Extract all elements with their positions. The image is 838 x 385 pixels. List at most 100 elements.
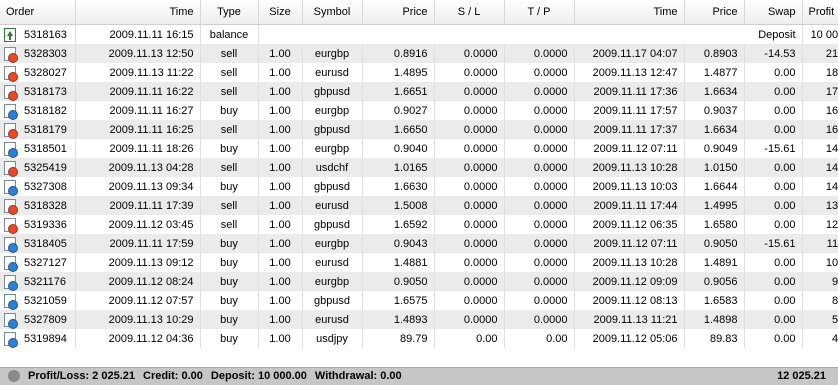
table-row[interactable]: 5318173 2009.11.11 16:22 sell 1.00 gbpusd 1.6… [0,82,838,101]
cell-type: sell [200,120,259,139]
balance-row[interactable]: 5318163 2009.11.11 16:15 balance Deposit… [0,24,838,44]
table-row[interactable]: 5325419 2009.11.13 04:28 sell 1.00 usdchf 1.0… [0,158,838,177]
order-status-dot [8,52,18,63]
cell-size: 1.00 [258,196,303,215]
cell-profit: 165.79 [802,101,838,120]
cell-order: 5327308 [24,180,67,193]
cell-type: buy [200,234,259,253]
col-header-type[interactable]: Type [200,0,259,25]
cell-close-price: 0.9050 [684,234,745,253]
cell-size: 1.00 [258,44,303,63]
cell-profit: 170.00 [802,82,838,101]
cell-swap: 0.00 [744,158,803,177]
cell-price: 89.79 [362,329,435,348]
col-header-profit[interactable]: Profit▽ [802,0,838,25]
table-row[interactable]: 5328303 2009.11.13 12:50 sell 1.00 eurgbp 0.8… [0,44,838,63]
cell-price: 1.6630 [362,177,435,196]
cell-profit: 50.00 [802,310,838,329]
order-status-dot [8,185,18,196]
cell-tp: 0.0000 [504,63,575,82]
cell-price: 1.4895 [362,63,435,82]
cell-type: buy [200,177,259,196]
cell-symbol: gbpusd [302,291,363,310]
withdrawal-summary: Withdrawal: 0.00 [314,370,402,382]
cell-symbol: gbpusd [302,120,363,139]
cell-order: 5319336 [24,218,67,231]
cell-size: 1.00 [258,177,303,196]
table-row[interactable]: 5318501 2009.11.11 18:26 buy 1.00 eurgbp 0.90… [0,139,838,158]
cell-sl: 0.0000 [434,177,505,196]
buy-order-icon [4,331,18,348]
col-header-swap[interactable]: Swap [744,0,803,25]
cell-tp: 0.0000 [504,253,575,272]
cell-order: 5327127 [24,256,67,269]
deposit-summary: Deposit: 10 000.00 [210,370,307,382]
sell-order-icon [4,217,18,234]
cell-swap: 0.00 [744,253,803,272]
table-row[interactable]: 5327127 2009.11.13 09:12 buy 1.00 eurusd 1.48… [0,253,838,272]
cell-close-price: 1.0150 [684,158,745,177]
cell-type: buy [200,253,259,272]
table-row[interactable]: 5321059 2009.11.12 07:57 buy 1.00 gbpusd 1.65… [0,291,838,310]
cell-symbol: eurusd [302,63,363,82]
sell-order-icon [4,160,18,177]
table-row[interactable]: 5318179 2009.11.11 16:25 sell 1.00 gbpusd 1.6… [0,120,838,139]
balance-comment: Deposit [258,24,803,44]
cell-sl: 0.0000 [434,253,505,272]
col-header-size[interactable]: Size [258,0,303,25]
cell-tp: 0.0000 [504,215,575,234]
table-row[interactable]: 5321176 2009.11.12 08:24 buy 1.00 eurgbp 0.90… [0,272,838,291]
cell-type: sell [200,196,259,215]
order-status-dot [8,166,18,177]
table-row[interactable]: 5318328 2009.11.11 17:39 sell 1.00 eurusd 1.5… [0,196,838,215]
cell-price: 0.9043 [362,234,435,253]
cell-price: 1.4893 [362,310,435,329]
cell-price: 1.6651 [362,82,435,101]
cell-time: 2009.11.11 16:25 [75,120,201,139]
table-row[interactable]: 5318182 2009.11.11 16:27 buy 1.00 eurgbp 0.90… [0,101,838,120]
col-header-tp[interactable]: T / P [504,0,575,25]
col-header-time[interactable]: Time [75,0,201,25]
cell-tp: 0.0000 [504,177,575,196]
cell-close-price: 0.9056 [684,272,745,291]
cell-type: buy [200,101,259,120]
cell-close-price: 1.6634 [684,82,745,101]
cell-size: 1.00 [258,63,303,82]
cell-swap: 0.00 [744,215,803,234]
cell-time: 2009.11.11 17:59 [75,234,201,253]
cell-close-price: 1.4877 [684,63,745,82]
table-row[interactable]: 5328027 2009.11.13 11:22 sell 1.00 eurusd 1.4… [0,63,838,82]
table-row[interactable]: 5319894 2009.11.12 04:36 buy 1.00 usdjpy 89.7… [0,329,838,348]
col-header-close-time[interactable]: Time [574,0,685,25]
order-status-dot [8,261,18,272]
col-header-sl[interactable]: S / L [434,0,505,25]
col-header-price[interactable]: Price [362,0,435,25]
table-row[interactable]: 5318405 2009.11.11 17:59 buy 1.00 eurgbp 0.90… [0,234,838,253]
cell-time: 2009.11.12 07:57 [75,291,201,310]
cell-order: 5318182 [24,104,67,117]
col-header-symbol[interactable]: Symbol [302,0,363,25]
cell-profit: 130.00 [802,196,838,215]
cell-close-price: 1.6583 [684,291,745,310]
table-row[interactable]: 5327809 2009.11.13 10:29 buy 1.00 eurusd 1.48… [0,310,838,329]
cell-close-price: 1.4995 [684,196,745,215]
cell-type: sell [200,82,259,101]
cell-tp: 0.0000 [504,310,575,329]
order-status-dot [8,242,18,253]
cell-swap: 0.00 [744,82,803,101]
col-header-order[interactable]: Order [0,0,76,25]
history-rows: 5318163 2009.11.11 16:15 balance Deposit… [0,24,838,348]
cell-tp: 0.0000 [504,272,575,291]
profit-loss-summary: Profit/Loss: 2 025.21 [28,370,135,382]
cell-close-time: 2009.11.11 17:36 [574,82,685,101]
col-header-close-price[interactable]: Price [684,0,745,25]
cell-profit: 147.78 [802,158,838,177]
table-row[interactable]: 5319336 2009.11.12 03:45 sell 1.00 gbpusd 1.6… [0,215,838,234]
cell-sl: 0.0000 [434,120,505,139]
table-row[interactable]: 5327308 2009.11.13 09:34 buy 1.00 gbpusd 1.66… [0,177,838,196]
balance-type: balance [200,24,259,44]
buy-order-icon [4,255,18,272]
cell-tp: 0.0000 [504,234,575,253]
cell-tp: 0.0000 [504,44,575,63]
balance-order: 5318163 [24,28,67,41]
